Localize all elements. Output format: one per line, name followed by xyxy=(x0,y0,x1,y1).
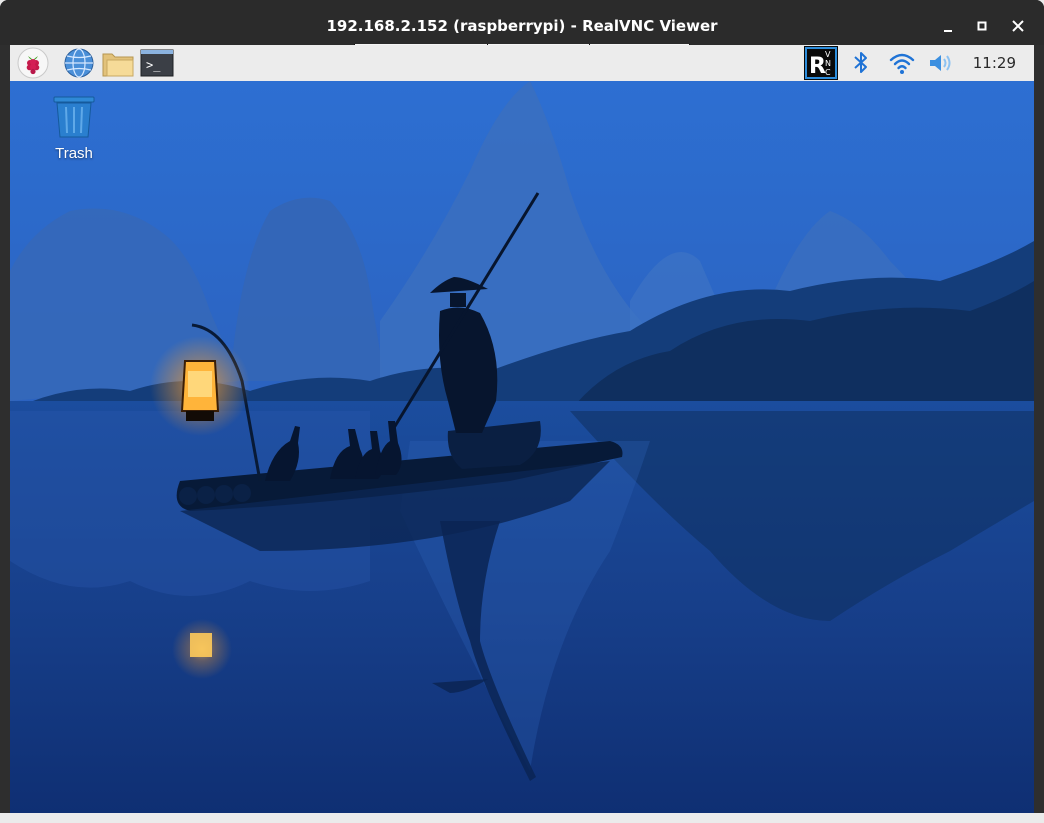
bluetooth-icon xyxy=(854,52,867,73)
volume-button[interactable] xyxy=(926,47,956,79)
terminal-button[interactable]: >_ xyxy=(138,47,176,79)
svg-text:R: R xyxy=(809,54,826,79)
minimize-button[interactable] xyxy=(937,15,959,37)
raspberry-menu-icon xyxy=(17,47,49,79)
terminal-icon: >_ xyxy=(140,49,174,77)
panel-clock[interactable]: 11:29 xyxy=(973,45,1016,81)
minimize-icon xyxy=(944,30,952,32)
maximize-button[interactable] xyxy=(971,15,993,37)
remote-desktop-view[interactable]: >_ R V N C 11:29 Trash xyxy=(10,45,1034,813)
trash-icon xyxy=(53,96,95,138)
file-manager-icon xyxy=(102,53,134,77)
web-browser-button[interactable] xyxy=(62,47,96,79)
svg-text:N: N xyxy=(825,59,831,68)
desktop-wallpaper xyxy=(10,81,1034,813)
wifi-icon xyxy=(889,53,915,74)
volume-icon xyxy=(930,55,951,71)
maximize-icon xyxy=(977,21,987,31)
title-bar[interactable]: 192.168.2.152 (raspberrypi) - RealVNC Vi… xyxy=(0,0,1044,45)
svg-text:C: C xyxy=(825,68,831,77)
close-icon xyxy=(1012,20,1024,32)
raspberry-menu-button[interactable] xyxy=(16,47,50,79)
realvnc-server-icon: R V N C xyxy=(804,46,838,80)
trash-label: Trash xyxy=(55,145,93,162)
window-title: 192.168.2.152 (raspberrypi) - RealVNC Vi… xyxy=(326,17,718,35)
bluetooth-button[interactable] xyxy=(848,47,874,79)
trash-desktop-icon[interactable]: Trash xyxy=(44,95,104,162)
window-bottom-edge xyxy=(0,813,1044,823)
taskbar-panel: >_ R V N C 11:29 xyxy=(10,45,1034,82)
web-browser-icon xyxy=(64,48,94,78)
realvnc-tray-button[interactable]: R V N C xyxy=(803,46,839,80)
vnc-viewer-window: 192.168.2.152 (raspberrypi) - RealVNC Vi… xyxy=(0,0,1044,823)
file-manager-button[interactable] xyxy=(100,47,136,79)
wifi-button[interactable] xyxy=(886,47,918,79)
svg-text:>_: >_ xyxy=(146,58,161,72)
close-button[interactable] xyxy=(1007,15,1029,37)
desktop-area[interactable]: Trash xyxy=(10,81,1034,813)
svg-text:V: V xyxy=(825,50,831,59)
